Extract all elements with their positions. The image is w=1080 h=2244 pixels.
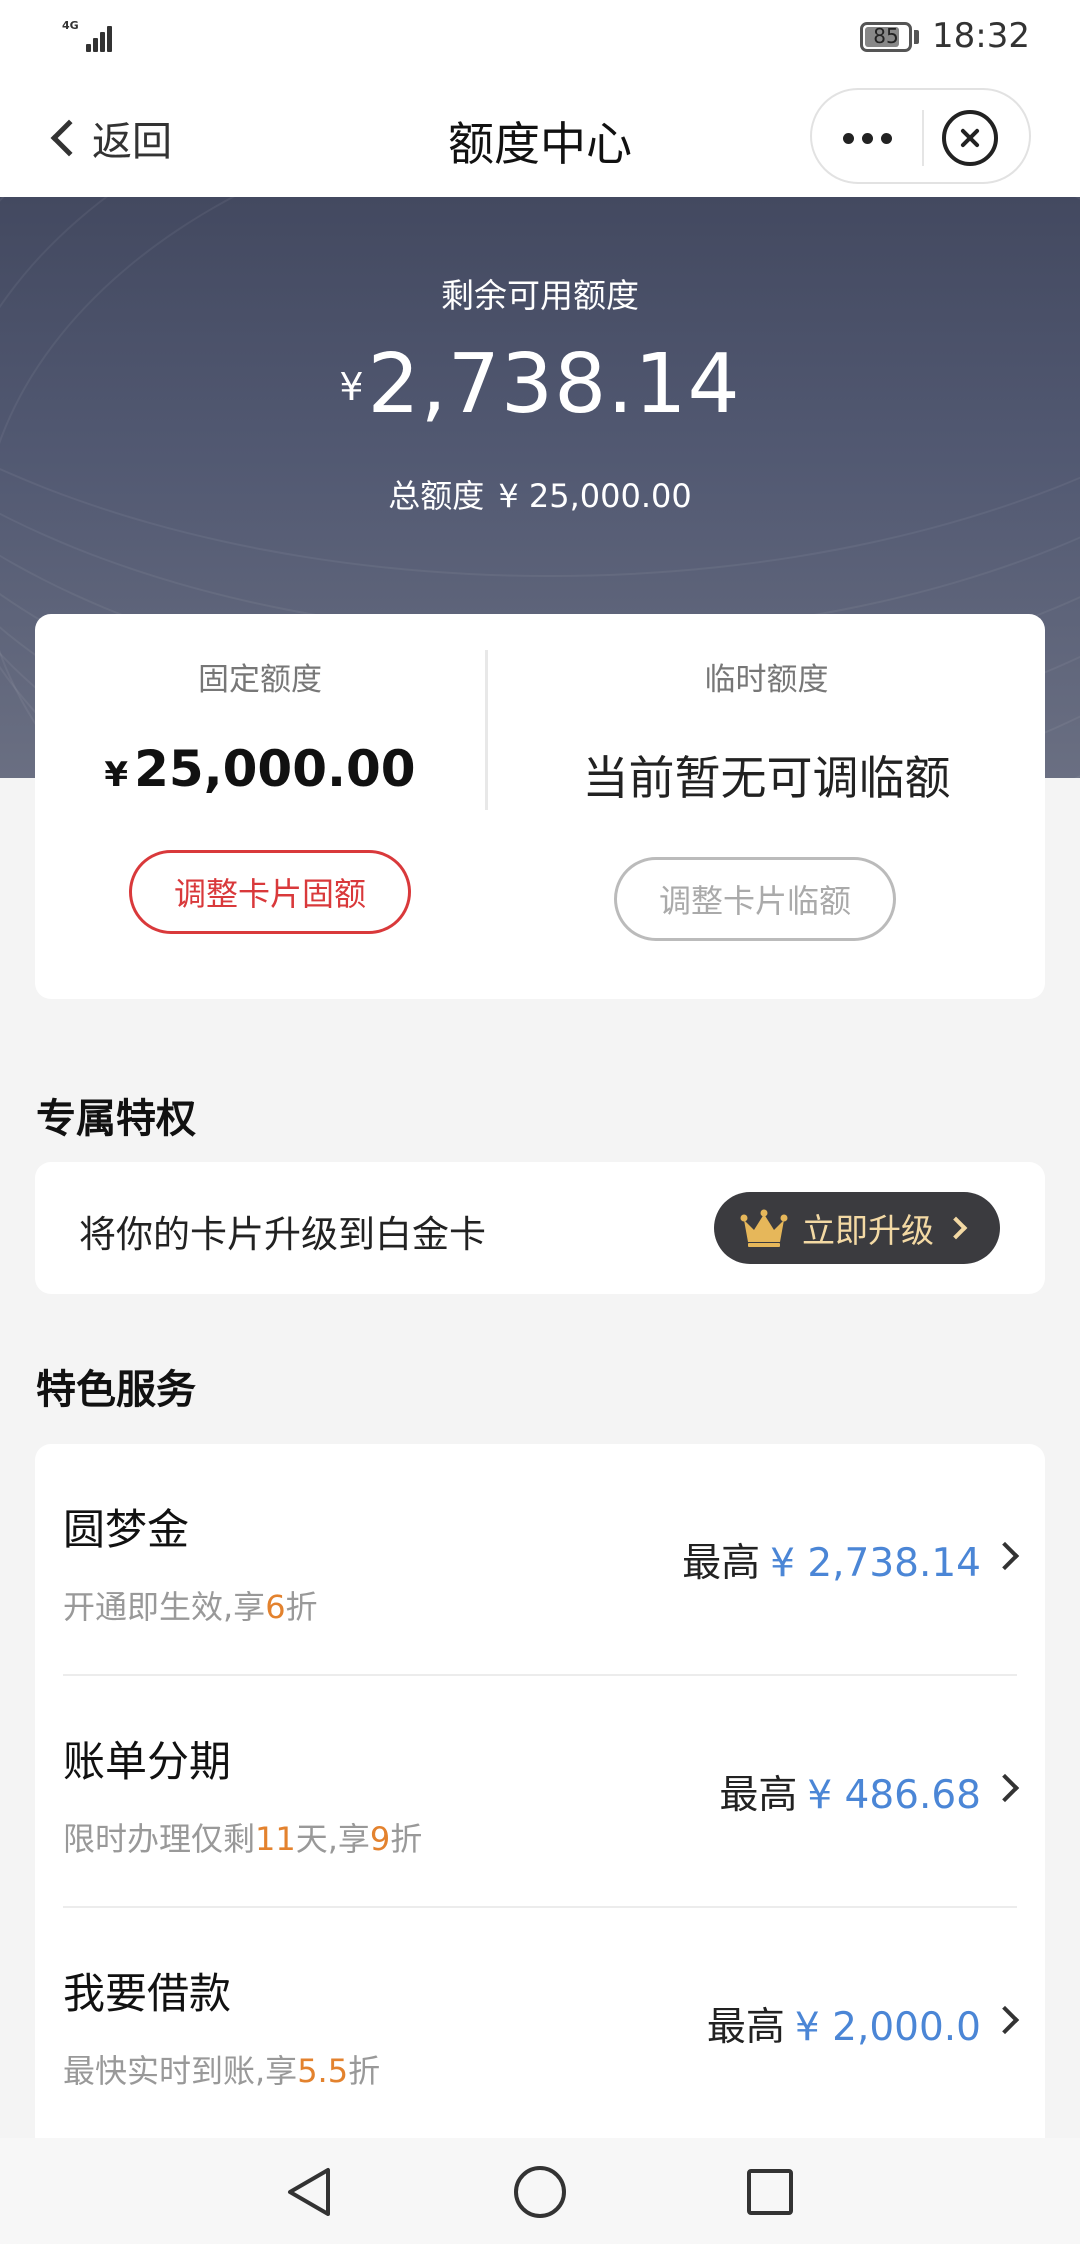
upgrade-button[interactable]: 立即升级 [714,1192,1000,1264]
square-recent-icon[interactable] [710,2138,830,2244]
total-credit-value: ¥ 25,000.00 [498,477,692,515]
more-button[interactable] [812,90,922,186]
capsule-divider [922,110,924,166]
currency-symbol: ¥ [104,755,129,795]
privilege-card: 将你的卡片升级到白金卡 立即升级 [35,1162,1045,1294]
available-credit-label: 剩余可用额度 [441,276,639,315]
service-max-amount: 最高 ¥ 2,000.0 [706,2005,981,2050]
service-name: 我要借款 [63,1969,232,2018]
upgrade-label: 立即升级 [802,1211,934,1250]
privilege-text: 将你的卡片升级到白金卡 [79,1213,486,1256]
chevron-right-icon [990,1541,1020,1571]
service-max-amount: 最高 ¥ 2,738.14 [682,1541,981,1586]
miniprogram-capsule [810,88,1031,184]
battery-cap [914,30,919,44]
status-bar: 4G 85 18:32 [0,0,1080,76]
chevron-right-icon [990,1773,1020,1803]
privilege-section-title: 专属特权 [36,1096,196,1142]
services-section-title: 特色服务 [36,1367,196,1413]
chevron-right-icon [990,2005,1020,2035]
fixed-quota-value: ¥25,000.00 [35,740,485,798]
service-subtitle: 开通即生效,享6折 [63,1588,318,1626]
service-row-dream-fund[interactable]: 圆梦金 开通即生效,享6折 最高 ¥ 2,738.14 [35,1444,1045,1676]
chevron-right-icon [944,1216,968,1240]
nav-bar: 返回 额度中心 [0,76,1080,197]
network-type: 4G [62,19,79,32]
more-dots-icon [842,132,854,144]
circle-home-icon[interactable] [480,2138,600,2244]
temp-quota-value: 当前暂无可调临额 [582,751,951,805]
services-card: 圆梦金 开通即生效,享6折 最高 ¥ 2,738.14 账单分期 限时办理仅剩11… [35,1444,1045,2144]
service-name: 圆梦金 [63,1505,190,1554]
system-nav-bar [0,2138,1080,2244]
fixed-quota-amount: 25,000.00 [134,740,416,798]
service-subtitle: 最快实时到账,享5.5折 [63,2052,381,2090]
service-row-loan[interactable]: 我要借款 最快实时到账,享5.5折 最高 ¥ 2,000.0 [35,1908,1045,2140]
status-time: 18:32 [932,16,1030,56]
service-name: 账单分期 [63,1737,232,1786]
total-credit-label: 总额度 [388,477,485,515]
triangle-back-icon[interactable] [250,2138,370,2244]
currency-symbol: ¥ [339,365,364,409]
available-credit-value: 2,738.14 [367,337,741,432]
adjust-fixed-quota-button[interactable]: 调整卡片固额 [129,850,411,934]
service-max-amount: 最高 ¥ 486.68 [719,1773,981,1818]
total-credit: 总额度 ¥ 25,000.00 [0,471,1080,517]
battery-icon: 85 [860,22,912,52]
available-credit-amount: ¥2,738.14 [0,337,1080,432]
service-subtitle: 限时办理仅剩11天,享9折 [63,1820,423,1858]
temp-quota-label: 临时额度 [704,662,829,698]
signal-icon: 4G [62,20,118,52]
close-circle-icon[interactable] [942,110,998,166]
fixed-quota-label: 固定额度 [198,662,322,698]
battery-level: 85 [873,24,899,48]
adjust-temp-quota-button[interactable]: 调整卡片临额 [614,857,896,941]
crown-icon [740,1209,788,1247]
service-row-bill-installment[interactable]: 账单分期 限时办理仅剩11天,享9折 最高 ¥ 486.68 [35,1676,1045,1908]
quota-card: 固定额度 临时额度 ¥25,000.00 当前暂无可调临额 调整卡片固额 调整卡… [35,614,1045,999]
